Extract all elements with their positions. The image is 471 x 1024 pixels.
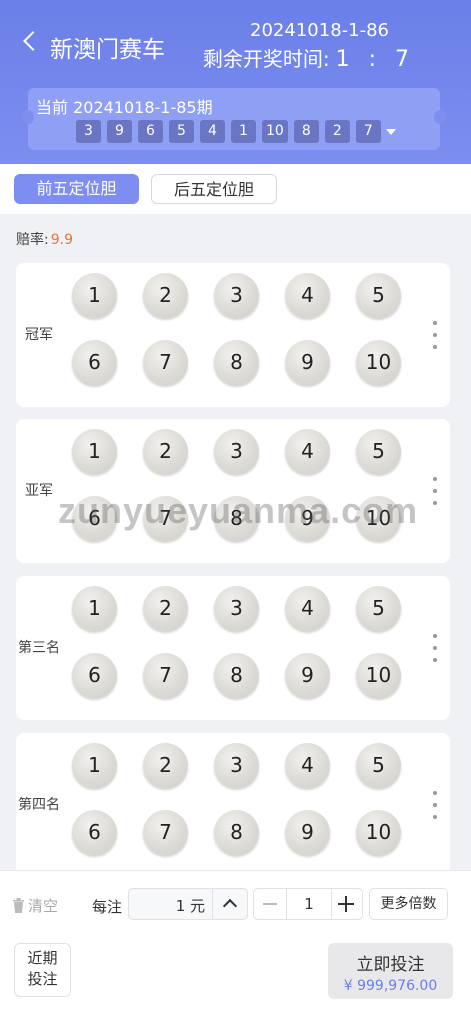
number-ball[interactable]: 6 bbox=[72, 810, 117, 855]
result-number: 5 bbox=[169, 120, 194, 143]
section-card-champion: 冠军 1 2 3 4 5 6 7 8 9 10 bbox=[16, 263, 450, 407]
number-ball[interactable]: 6 bbox=[72, 496, 117, 541]
multiplier-input[interactable]: 1 bbox=[286, 889, 332, 919]
history-dropdown-icon[interactable] bbox=[386, 129, 396, 135]
number-ball[interactable]: 9 bbox=[285, 810, 330, 855]
section-label: 第三名 bbox=[18, 640, 60, 656]
number-ball[interactable]: 1 bbox=[72, 743, 117, 788]
countdown-label: 剩余开奖时间: bbox=[202, 47, 330, 71]
number-ball[interactable]: 5 bbox=[356, 273, 401, 318]
submit-bet-button[interactable]: 立即投注 ¥ 999,976.00 bbox=[328, 943, 453, 999]
result-numbers: 3 9 6 5 4 1 10 8 2 7 bbox=[76, 120, 381, 143]
number-ball[interactable]: 10 bbox=[356, 810, 401, 855]
number-ball[interactable]: 2 bbox=[143, 429, 188, 474]
result-number: 2 bbox=[324, 120, 350, 143]
number-ball[interactable]: 10 bbox=[356, 340, 401, 385]
unit-amount-value: 1 元 bbox=[175, 897, 205, 915]
countdown-value: 1 : 7 bbox=[335, 47, 415, 72]
number-ball[interactable]: 4 bbox=[285, 743, 330, 788]
more-options-icon[interactable] bbox=[432, 791, 438, 819]
section-card-fourth: 第四名 1 2 3 4 5 6 7 8 9 10 bbox=[16, 733, 450, 870]
number-ball[interactable]: 5 bbox=[356, 429, 401, 474]
number-ball[interactable]: 10 bbox=[356, 653, 401, 698]
number-ball[interactable]: 9 bbox=[285, 653, 330, 698]
number-ball[interactable]: 7 bbox=[143, 496, 188, 541]
number-ball[interactable]: 9 bbox=[285, 340, 330, 385]
bet-sections-scroll[interactable]: 冠军 1 2 3 4 5 6 7 8 9 10 亚军 1 2 3 4 5 6 7… bbox=[0, 256, 471, 870]
clear-button[interactable]: 清空 bbox=[12, 895, 58, 916]
odds-label: 赔率: bbox=[16, 232, 49, 248]
number-ball[interactable]: 3 bbox=[214, 743, 259, 788]
number-ball[interactable]: 3 bbox=[214, 586, 259, 631]
countdown: 剩余开奖时间: 1 : 7 bbox=[203, 43, 415, 72]
number-ball[interactable]: 1 bbox=[72, 273, 117, 318]
result-number: 4 bbox=[200, 120, 225, 143]
result-number: 9 bbox=[107, 120, 132, 143]
result-number: 6 bbox=[138, 120, 163, 143]
number-ball[interactable]: 7 bbox=[143, 340, 188, 385]
play-type-tabs: 前五定位胆 后五定位胆 bbox=[0, 164, 471, 214]
odds-info: 赔率: 9.9 bbox=[16, 229, 73, 249]
next-issue-number: 20241018-1-86 bbox=[250, 20, 389, 41]
number-ball[interactable]: 7 bbox=[143, 653, 188, 698]
tab-front-five[interactable]: 前五定位胆 bbox=[14, 174, 139, 204]
result-number: 7 bbox=[355, 120, 381, 143]
number-ball[interactable]: 4 bbox=[285, 273, 330, 318]
section-label: 冠军 bbox=[25, 327, 53, 343]
number-ball[interactable]: 2 bbox=[143, 743, 188, 788]
number-ball[interactable]: 5 bbox=[356, 586, 401, 631]
section-card-runner-up: 亚军 1 2 3 4 5 6 7 8 9 10 bbox=[16, 419, 450, 563]
result-number: 10 bbox=[262, 120, 288, 143]
section-card-third: 第三名 1 2 3 4 5 6 7 8 9 10 bbox=[16, 576, 450, 720]
more-options-icon[interactable] bbox=[432, 477, 438, 505]
number-ball[interactable]: 6 bbox=[72, 653, 117, 698]
number-ball[interactable]: 2 bbox=[143, 586, 188, 631]
number-ball[interactable]: 3 bbox=[214, 429, 259, 474]
bet-toolbar: 清空 每注 1 元 1 更多倍数 近期 投注 立即投注 ¥ 999,976.00 bbox=[0, 870, 471, 1024]
more-options-icon[interactable] bbox=[432, 634, 438, 662]
trash-icon bbox=[13, 898, 24, 913]
number-ball[interactable]: 4 bbox=[285, 429, 330, 474]
tab-back-five[interactable]: 后五定位胆 bbox=[151, 174, 277, 204]
section-label: 亚军 bbox=[25, 483, 53, 499]
multiplier-stepper: 1 bbox=[253, 888, 363, 920]
number-ball[interactable]: 8 bbox=[214, 340, 259, 385]
number-ball[interactable]: 6 bbox=[72, 340, 117, 385]
number-ball[interactable]: 2 bbox=[143, 273, 188, 318]
result-number: 3 bbox=[76, 120, 101, 143]
more-options-icon[interactable] bbox=[432, 321, 438, 349]
current-result-panel[interactable]: 当前 20241018-1-85期 3 9 6 5 4 1 10 8 2 7 bbox=[22, 88, 446, 150]
number-ball[interactable]: 5 bbox=[356, 743, 401, 788]
chevron-up-icon[interactable] bbox=[222, 898, 238, 914]
number-ball[interactable]: 1 bbox=[72, 429, 117, 474]
plus-icon[interactable] bbox=[330, 889, 362, 919]
number-ball[interactable]: 3 bbox=[214, 273, 259, 318]
balance-amount: ¥ 999,976.00 bbox=[343, 978, 438, 994]
back-arrow-icon[interactable] bbox=[23, 31, 43, 51]
number-ball[interactable]: 4 bbox=[285, 586, 330, 631]
unit-amount-select[interactable]: 1 元 bbox=[128, 888, 248, 920]
more-multiplier-button[interactable]: 更多倍数 bbox=[369, 888, 448, 920]
number-ball[interactable]: 7 bbox=[143, 810, 188, 855]
submit-label: 立即投注 bbox=[356, 955, 425, 975]
result-number: 8 bbox=[293, 120, 319, 143]
number-ball[interactable]: 10 bbox=[356, 496, 401, 541]
number-ball[interactable]: 8 bbox=[214, 810, 259, 855]
clear-label: 清空 bbox=[28, 897, 59, 915]
odds-value: 9.9 bbox=[50, 232, 73, 248]
recent-bets-line1: 近期 bbox=[27, 949, 58, 967]
number-ball[interactable]: 8 bbox=[214, 653, 259, 698]
result-number: 1 bbox=[231, 120, 256, 143]
section-label: 第四名 bbox=[18, 797, 60, 813]
recent-bets-line2: 投注 bbox=[27, 970, 58, 988]
top-header: 新澳门赛车 20241018-1-86 剩余开奖时间: 1 : 7 当前 2024… bbox=[0, 0, 471, 164]
game-title: 新澳门赛车 bbox=[50, 37, 165, 63]
number-ball[interactable]: 8 bbox=[214, 496, 259, 541]
number-ball[interactable]: 9 bbox=[285, 496, 330, 541]
per-bet-label: 每注 bbox=[92, 898, 123, 916]
current-issue-label: 当前 20241018-1-85期 bbox=[36, 98, 213, 117]
recent-bets-button[interactable]: 近期 投注 bbox=[14, 943, 71, 997]
minus-icon[interactable] bbox=[254, 889, 286, 919]
number-ball[interactable]: 1 bbox=[72, 586, 117, 631]
